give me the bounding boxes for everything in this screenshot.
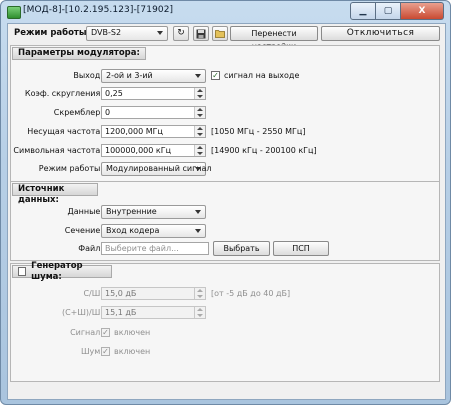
psp-button[interactable]: ПСП <box>273 241 329 256</box>
rolloff-spinner[interactable] <box>194 88 205 99</box>
minimize-icon: ▁ <box>359 6 367 16</box>
toolbar: Режим работы: DVB-S2 ↻ Перенести настрой… <box>8 24 445 51</box>
data-label: Данные: <box>67 207 103 216</box>
choose-file-button[interactable]: Выбрать <box>213 241 270 256</box>
signal-enabled-label: включен <box>114 328 151 337</box>
close-button[interactable]: X <box>401 2 444 20</box>
symbol-rate-value: 100000,000 кГц <box>105 146 172 155</box>
chevron-down-icon <box>195 167 201 171</box>
section-label: Сечение: <box>64 226 103 235</box>
file-input[interactable]: Выберите файл... <box>101 242 209 255</box>
output-label: Выход: <box>73 71 103 80</box>
snr-total-label: (С+Ш)/Ш: <box>61 308 103 317</box>
work-mode-label: Режим работы: <box>38 164 103 173</box>
save-button[interactable] <box>193 26 209 41</box>
snr-total-spinner[interactable] <box>194 307 205 318</box>
symbol-rate-label: Символьная частота: <box>13 146 103 155</box>
maximize-button[interactable]: ▢ <box>376 2 401 20</box>
checkbox-box: ✓ <box>211 71 220 80</box>
noise-generator-title: Генератор шума: <box>31 260 83 282</box>
noise-enabled-checkbox[interactable]: ✓ включен <box>101 347 150 356</box>
output-signal-label: сигнал на выходе <box>224 71 300 80</box>
checkbox-box: ✓ <box>101 347 110 356</box>
snr-total-input[interactable]: 15,1 дБ <box>101 306 206 319</box>
rolloff-input[interactable]: 0,25 <box>101 87 206 100</box>
symbol-rate-input[interactable]: 100000,000 кГц <box>101 144 206 157</box>
minimize-button[interactable]: ▁ <box>350 2 376 20</box>
title-bar: [МОД-8]-[10.2.195.123]-[71902] ▁ ▢ X <box>1 1 450 23</box>
work-mode-select[interactable]: Модулированный сигнал <box>101 162 212 176</box>
mode-label: Режим работы: <box>14 28 90 38</box>
symbol-rate-range: [14900 кГц - 200100 кГц] <box>211 146 317 155</box>
close-icon: X <box>418 6 426 16</box>
refresh-icon: ↻ <box>177 28 185 38</box>
app-window: [МОД-8]-[10.2.195.123]-[71902] ▁ ▢ X Реж… <box>0 0 451 405</box>
noise-generator-toggle[interactable]: Генератор шума: <box>12 261 112 282</box>
file-input-placeholder: Выберите файл... <box>105 244 179 253</box>
mode-select-value: DVB-S2 <box>91 28 122 37</box>
chevron-down-icon <box>157 31 163 35</box>
chevron-down-icon <box>195 74 201 78</box>
carrier-range: [1050 МГц - 2550 МГц] <box>211 127 306 136</box>
snr-input[interactable]: 15,0 дБ <box>101 287 206 300</box>
file-label: Файл: <box>78 244 103 253</box>
rolloff-label: Коэф. скругления: <box>24 89 103 98</box>
data-source-panel-title: Источник данных: <box>12 183 98 205</box>
disconnect-button[interactable]: Отключиться <box>321 26 440 41</box>
scrambler-label: Скремблер: <box>53 108 103 117</box>
client-area: Режим работы: DVB-S2 ↻ Перенести настрой… <box>7 23 446 400</box>
open-button[interactable] <box>212 26 228 41</box>
snr-value: 15,0 дБ <box>105 289 137 298</box>
maximize-icon: ▢ <box>383 6 393 16</box>
noise-enabled-label: включен <box>114 347 151 356</box>
window-controls: ▁ ▢ X <box>350 2 444 20</box>
folder-open-icon <box>214 30 225 38</box>
data-select-value: Внутренние <box>106 207 157 216</box>
snr-range: [от -5 дБ до 40 дБ] <box>211 289 291 298</box>
transfer-settings-button[interactable]: Перенести настройки <box>230 26 318 51</box>
carrier-input[interactable]: 1200,000 МГц <box>101 125 206 138</box>
modulator-panel-title: Параметры модулятора: <box>12 47 146 60</box>
window-title: [МОД-8]-[10.2.195.123]-[71902] <box>23 5 174 15</box>
modulator-panel: Параметры модулятора: Выход: 2-ой и 3-ий… <box>10 45 440 194</box>
mode-select[interactable]: DVB-S2 <box>86 26 168 41</box>
output-select[interactable]: 2-ой и 3-ий <box>101 69 206 83</box>
checkbox-box: ✓ <box>101 328 110 337</box>
section-select[interactable]: Вход кодера <box>101 224 206 238</box>
data-select[interactable]: Внутренние <box>101 205 206 219</box>
output-signal-checkbox[interactable]: ✓ сигнал на выходе <box>211 71 299 80</box>
rolloff-value: 0,25 <box>105 89 123 98</box>
symbol-rate-spinner[interactable] <box>194 145 205 156</box>
section-select-value: Вход кодера <box>106 226 160 235</box>
carrier-spinner[interactable] <box>194 126 205 137</box>
chevron-down-icon <box>195 229 201 233</box>
refresh-button[interactable]: ↻ <box>173 26 189 41</box>
noise-generator-checkbox <box>18 267 27 276</box>
data-source-panel: Источник данных: Данные: Внутренние Сече… <box>10 181 440 261</box>
chevron-down-icon <box>195 210 201 214</box>
save-icon <box>196 29 206 39</box>
signal-enabled-checkbox[interactable]: ✓ включен <box>101 328 150 337</box>
snr-spinner[interactable] <box>194 288 205 299</box>
carrier-value: 1200,000 МГц <box>105 127 163 136</box>
noise-generator-panel: Генератор шума: С/Ш: 15,0 дБ [от -5 дБ д… <box>10 261 440 382</box>
scrambler-value: 0 <box>105 108 111 117</box>
carrier-label: Несущая частота: <box>27 127 103 136</box>
scrambler-input[interactable]: 0 <box>101 106 206 119</box>
app-icon <box>7 6 21 19</box>
scrambler-spinner[interactable] <box>194 107 205 118</box>
output-select-value: 2-ой и 3-ий <box>106 71 153 80</box>
snr-total-value: 15,1 дБ <box>105 308 137 317</box>
noise-label: Шум: <box>80 347 103 356</box>
signal-label: Сигнал: <box>70 328 103 337</box>
